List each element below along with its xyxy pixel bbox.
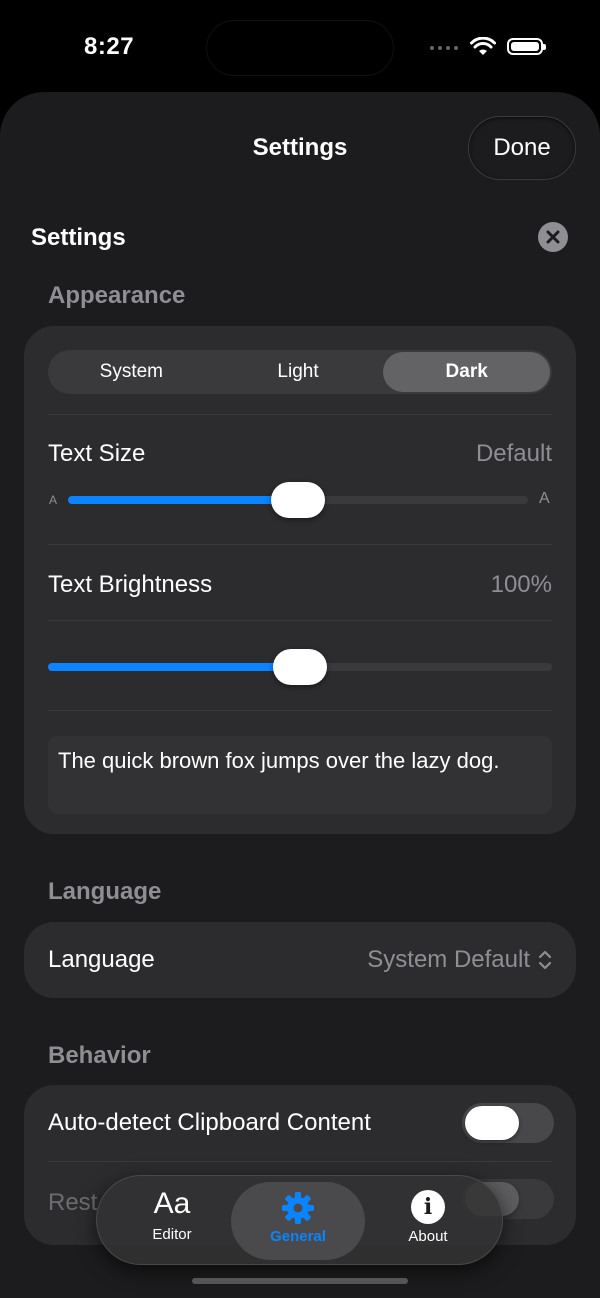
language-picker[interactable]: System Default — [367, 946, 552, 974]
page-title: Settings — [31, 224, 126, 251]
segment-light[interactable]: Light — [215, 350, 382, 394]
editor-icon: Aa — [153, 1187, 191, 1220]
tab-general[interactable]: General — [231, 1182, 365, 1260]
dynamic-island — [207, 21, 393, 75]
text-size-slider-thumb[interactable] — [271, 482, 325, 518]
divider — [48, 544, 552, 545]
text-size-small-icon: A — [49, 493, 58, 507]
text-size-slider[interactable] — [68, 482, 528, 518]
gear-icon — [282, 1192, 314, 1224]
status-bar: 8:27 — [0, 0, 600, 92]
segment-system[interactable]: System — [48, 350, 215, 394]
text-size-slider-fill — [68, 496, 298, 504]
appearance-card: System Light Dark Text Size Default A A … — [24, 326, 576, 834]
brightness-slider[interactable] — [48, 649, 552, 685]
status-time: 8:27 — [84, 33, 135, 60]
toggle-knob — [465, 1106, 519, 1140]
home-indicator — [192, 1278, 408, 1284]
divider — [48, 710, 552, 711]
language-row[interactable]: Language System Default — [24, 922, 576, 998]
done-button[interactable]: Done — [468, 116, 576, 180]
cellular-signal-icon — [430, 46, 458, 50]
divider — [48, 414, 552, 415]
tab-about[interactable]: i About — [361, 1182, 495, 1260]
segment-dark[interactable]: Dark — [383, 352, 551, 392]
brightness-label: Text Brightness — [48, 571, 213, 598]
clipboard-toggle[interactable] — [462, 1103, 554, 1143]
clipboard-label: Auto-detect Clipboard Content — [48, 1109, 371, 1136]
language-label: Language — [48, 946, 155, 973]
restore-label: Rest — [48, 1189, 98, 1216]
info-icon: i — [411, 1190, 445, 1224]
tab-editor-label: Editor — [152, 1226, 192, 1243]
preview-text: The quick brown fox jumps over the lazy … — [48, 736, 552, 814]
language-header: Language — [48, 878, 162, 905]
chevron-up-down-icon — [538, 950, 552, 970]
appearance-header: Appearance — [48, 282, 186, 309]
close-icon — [546, 230, 560, 244]
wifi-icon — [470, 37, 496, 55]
tab-bar: Aa Editor General i About — [96, 1175, 503, 1265]
text-size-value: Default — [475, 440, 552, 467]
settings-sheet: Settings Done Settings Appearance System… — [0, 92, 600, 1298]
brightness-slider-fill — [48, 663, 300, 671]
behavior-header: Behavior — [48, 1042, 151, 1069]
text-size-label: Text Size — [48, 440, 146, 467]
tab-general-label: General — [270, 1228, 326, 1245]
brightness-slider-thumb[interactable] — [273, 649, 327, 685]
tab-about-label: About — [408, 1228, 448, 1245]
brightness-value: 100% — [490, 571, 552, 598]
language-value: System Default — [367, 946, 530, 973]
battery-icon — [507, 38, 546, 55]
close-button[interactable] — [538, 222, 568, 252]
divider — [48, 620, 552, 621]
tab-editor[interactable]: Aa Editor — [105, 1182, 239, 1260]
appearance-segmented-control[interactable]: System Light Dark — [48, 350, 552, 394]
divider — [48, 1161, 552, 1162]
text-size-large-icon: A — [539, 490, 550, 507]
